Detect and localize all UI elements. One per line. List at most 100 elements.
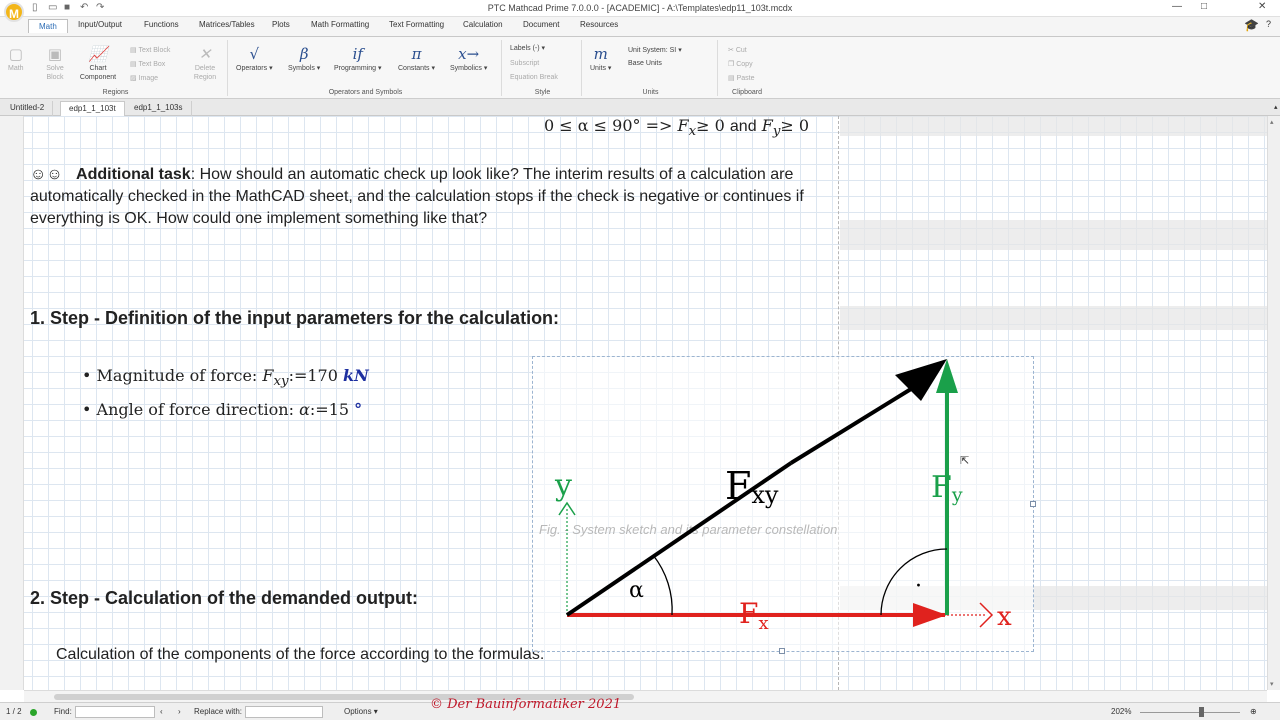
tab-text-formatting[interactable]: Text Formatting — [389, 20, 444, 29]
group-label-units: Units — [642, 89, 659, 96]
calc-status-indicator — [30, 709, 37, 716]
right-angle-dot: · — [915, 574, 922, 599]
cut-icon: ✂ — [728, 47, 734, 54]
scroll-up-icon[interactable]: ▴ — [1270, 118, 1274, 126]
list-item: • Magnitude of force: Fxy:=170 kN — [82, 366, 369, 390]
tab-functions[interactable]: Functions — [144, 20, 179, 29]
alpha-angle-arc — [652, 554, 673, 616]
zoom-slider[interactable] — [1140, 712, 1240, 713]
symbolics-icon: x→ — [458, 45, 480, 63]
cut-button[interactable]: ✂ Cut — [728, 46, 747, 54]
tab-document[interactable]: Document — [523, 20, 559, 29]
text-block-icon: ▤ — [130, 47, 137, 54]
labels-dropdown[interactable]: Labels (-) ▾ — [510, 44, 545, 52]
options-dropdown[interactable]: Options ▾ — [344, 707, 378, 716]
page-gap-band — [840, 306, 1267, 330]
calc-description-text[interactable]: Calculation of the components of the for… — [56, 646, 544, 664]
doc-tab-untitled-2[interactable]: Untitled-2 — [2, 101, 54, 116]
math-region-button[interactable]: ▢ Math — [8, 44, 24, 73]
alpha-label: α — [629, 578, 644, 603]
solve-block-button[interactable]: ▣ Solve Block — [42, 44, 68, 82]
zoom-slider-thumb[interactable] — [1199, 707, 1204, 717]
worksheet[interactable]: 0 ≤ α ≤ 90° => Fx≥ 0 and Fy≥ 0 ☺☺ Additi… — [0, 116, 1280, 690]
constants-button[interactable]: π Constants ▾ — [398, 44, 435, 73]
symbols-button[interactable]: β Symbols ▾ — [288, 44, 320, 73]
math-region-icon: ▢ — [8, 45, 23, 63]
base-units-button[interactable]: Base Units — [628, 60, 662, 67]
tab-matrices-tables[interactable]: Matrices/Tables — [199, 20, 255, 29]
help-icon[interactable]: ? — [1266, 19, 1271, 29]
input-parameters-list[interactable]: • Magnitude of force: Fxy:=170 kN • Angl… — [82, 362, 369, 424]
doc-tab-edp1-1-103s[interactable]: edp1_1_103s — [126, 101, 192, 116]
subscript-button[interactable]: Subscript — [510, 60, 539, 67]
equation-break-button[interactable]: Equation Break — [510, 74, 558, 81]
force-diagram: y x α · Fxy Fy Fx — [554, 359, 1012, 634]
chart-icon: 📈 — [88, 45, 108, 63]
doc-tab-edp1-1-103t[interactable]: edp1_1_103t — [60, 101, 125, 116]
group-label-clipboard: Clipboard — [732, 89, 762, 96]
unit-system-dropdown[interactable]: Unit System: SI ▾ — [628, 46, 682, 54]
units-icon: m — [593, 45, 608, 63]
title-bar: M ▯ ▭ ■ ↶ ↷ PTC Mathcad Prime 7.0.0.0 - … — [0, 0, 1280, 22]
operators-button[interactable]: √ Operators ▾ — [236, 44, 273, 73]
y-axis-label: y — [554, 468, 572, 503]
copy-button[interactable]: ❐ Copy — [728, 60, 753, 68]
resize-handle-bottom[interactable] — [779, 648, 785, 654]
tab-scroll-up-icon[interactable]: ▴ — [1266, 101, 1280, 116]
restore-icon[interactable]: □ — [1201, 1, 1207, 12]
image-icon: ▨ — [130, 75, 137, 82]
graduation-cap-icon[interactable]: 🎓 — [1244, 18, 1259, 32]
x-axis-label: x — [997, 602, 1012, 632]
tab-plots[interactable]: Plots — [272, 20, 290, 29]
units-button[interactable]: m Units ▾ — [590, 44, 611, 73]
text-box-icon: ▤ — [130, 61, 137, 68]
text-box-button[interactable]: ▤ Text Box — [130, 60, 165, 68]
tab-input-output[interactable]: Input/Output — [78, 20, 122, 29]
worksheet-margin — [0, 116, 24, 690]
list-item: • Angle of force direction: α:=15 ° — [82, 400, 363, 420]
scroll-down-icon[interactable]: ▾ — [1270, 680, 1274, 688]
zoom-in-icon[interactable]: ⊕ — [1250, 707, 1257, 716]
mathcad-logo[interactable]: M — [4, 2, 24, 22]
smiley-icon: ☺☺ — [30, 166, 63, 183]
group-label-regions: Regions — [102, 89, 129, 96]
vertical-scrollbar[interactable]: ▴ ▾ — [1267, 116, 1280, 690]
find-prev-icon[interactable]: ‹ — [160, 707, 163, 716]
image-button[interactable]: ▨ Image — [130, 74, 158, 82]
step1-heading[interactable]: 1. Step - Definition of the input parame… — [30, 308, 559, 329]
chart-component-button[interactable]: 📈 Chart Component — [76, 44, 120, 82]
tab-math-formatting[interactable]: Math Formatting — [311, 20, 369, 29]
tab-resources[interactable]: Resources — [580, 20, 618, 29]
symbols-icon: β — [299, 45, 309, 63]
page-indicator: 1 / 2 — [6, 707, 22, 716]
group-style: Labels (-) ▾ Subscript Equation Break St… — [504, 40, 582, 96]
replace-input[interactable] — [245, 706, 323, 718]
angle-condition-equation[interactable]: 0 ≤ α ≤ 90° => Fx≥ 0 and Fy≥ 0 — [544, 116, 809, 139]
paste-button[interactable]: ▤ Paste — [728, 74, 754, 82]
group-regions: ▢ Math ▣ Solve Block 📈 Chart Component ▤ Tex… — [4, 40, 228, 96]
find-label: Find: — [54, 707, 72, 716]
horizontal-scrollbar[interactable] — [24, 690, 1267, 702]
mouse-cursor-icon: ⇱ — [960, 455, 970, 467]
delete-region-button[interactable]: ✕ Delete Region — [192, 44, 218, 82]
close-icon[interactable]: ✕ — [1258, 1, 1266, 12]
programming-icon: if — [352, 45, 363, 63]
step2-heading[interactable]: 2. Step - Calculation of the demanded ou… — [30, 588, 418, 609]
zoom-level: 202% — [1111, 707, 1132, 716]
find-next-icon[interactable]: › — [178, 707, 181, 716]
tab-calculation[interactable]: Calculation — [463, 20, 503, 29]
symbolics-button[interactable]: x→ Symbolics ▾ — [450, 44, 487, 73]
system-sketch-figure[interactable]: Fig. - System sketch and its parameter c… — [532, 356, 1036, 654]
fx-label: Fx — [739, 597, 769, 634]
text-block-button[interactable]: ▤ Text Block — [130, 46, 170, 54]
tab-math[interactable]: Math — [28, 19, 68, 33]
minimize-icon[interactable]: — — [1172, 1, 1182, 12]
resize-handle-right[interactable] — [1030, 501, 1036, 507]
find-input[interactable] — [75, 706, 155, 718]
fy-label: Fy — [931, 470, 963, 506]
page-gap-band — [840, 220, 1267, 250]
watermark: © Der Bauinformatiker 2021 — [430, 697, 622, 712]
constants-icon: π — [411, 45, 422, 63]
additional-task-text[interactable]: ☺☺ Additional task: How should an automa… — [30, 164, 830, 230]
programming-button[interactable]: if Programming ▾ — [334, 44, 381, 73]
